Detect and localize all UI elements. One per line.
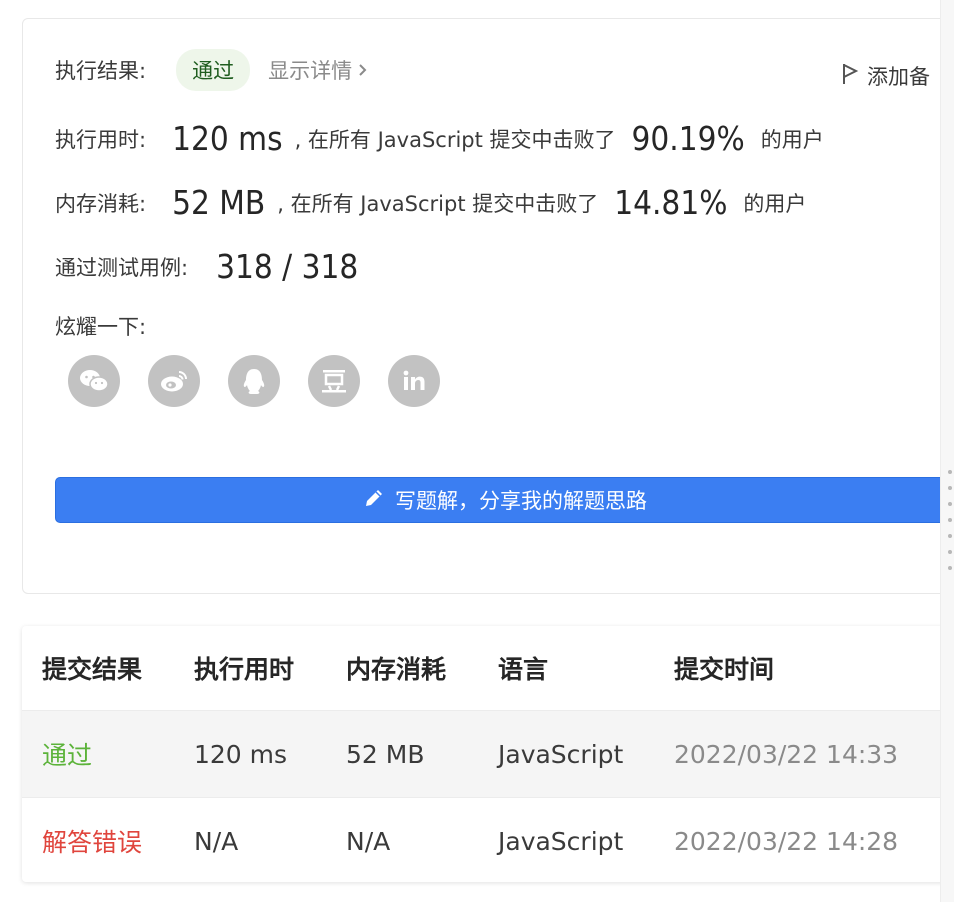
- share-row: 炫耀一下:: [55, 311, 146, 341]
- result-card: 执行结果: 通过 显示详情 添加备 执行用时: 120 ms , 在所有 Jav…: [22, 18, 954, 594]
- header-language: 语言: [498, 655, 549, 684]
- row-status[interactable]: 解答错误: [22, 823, 194, 859]
- row-language: JavaScript: [498, 739, 624, 769]
- row-memory: N/A: [346, 826, 391, 856]
- header-runtime: 执行用时: [194, 655, 295, 684]
- tests-label: 通过测试用例:: [55, 255, 189, 280]
- scrollbar[interactable]: [940, 0, 954, 902]
- chevron-right-icon: [358, 58, 368, 82]
- table-row[interactable]: 通过 120 ms 52 MB JavaScript 2022/03/22 14…: [22, 711, 954, 798]
- table-header: 提交结果 执行用时 内存消耗 语言 提交时间: [22, 626, 954, 711]
- tests-value: 318 / 318: [216, 247, 359, 286]
- add-note-label: 添加备: [867, 65, 930, 89]
- header-time: 提交时间: [674, 655, 775, 684]
- result-label: 执行结果:: [55, 59, 147, 83]
- table-row[interactable]: 解答错误 N/A N/A JavaScript 2022/03/22 14:28: [22, 798, 954, 884]
- row-time: 2022/03/22 14:28: [674, 826, 899, 856]
- weibo-icon[interactable]: [148, 355, 200, 407]
- row-language: JavaScript: [498, 826, 624, 856]
- row-runtime: N/A: [194, 826, 239, 856]
- memory-label: 内存消耗:: [55, 191, 147, 216]
- douban-icon[interactable]: [308, 355, 360, 407]
- resize-handle[interactable]: [948, 470, 952, 570]
- memory-text-after: 的用户: [743, 191, 807, 216]
- memory-row: 内存消耗: 52 MB , 在所有 JavaScript 提交中击败了 14.8…: [55, 183, 806, 222]
- details-link[interactable]: 显示详情: [268, 55, 368, 85]
- row-time: 2022/03/22 14:33: [674, 739, 899, 769]
- status-badge: 通过: [176, 49, 251, 91]
- runtime-text-before: , 在所有 JavaScript 提交中击败了: [294, 127, 616, 152]
- runtime-row: 执行用时: 120 ms , 在所有 JavaScript 提交中击败了 90.…: [55, 119, 824, 158]
- runtime-percent: 90.19%: [631, 119, 745, 158]
- share-label: 炫耀一下:: [55, 315, 147, 339]
- row-memory: 52 MB: [346, 739, 425, 769]
- flag-icon: [841, 62, 859, 91]
- qq-icon[interactable]: [228, 355, 280, 407]
- details-link-label: 显示详情: [268, 59, 353, 83]
- header-status: 提交结果: [42, 655, 143, 684]
- memory-text-before: , 在所有 JavaScript 提交中击败了: [277, 191, 599, 216]
- write-solution-button[interactable]: 写题解，分享我的解题思路: [55, 477, 954, 523]
- runtime-text-after: 的用户: [760, 127, 824, 152]
- row-status[interactable]: 通过: [22, 736, 194, 772]
- add-note-button[interactable]: 添加备: [841, 61, 930, 91]
- result-row: 执行结果: 通过 显示详情: [55, 49, 368, 91]
- runtime-label: 执行用时:: [55, 127, 147, 152]
- write-solution-label: 写题解，分享我的解题思路: [395, 489, 647, 513]
- linkedin-icon[interactable]: [388, 355, 440, 407]
- memory-value: 52 MB: [172, 183, 266, 222]
- tests-row: 通过测试用例: 318 / 318: [55, 247, 358, 286]
- wechat-icon[interactable]: [68, 355, 120, 407]
- row-runtime: 120 ms: [194, 739, 288, 769]
- runtime-value: 120 ms: [172, 119, 283, 158]
- pencil-icon: [363, 487, 385, 514]
- share-icons: [68, 355, 440, 407]
- submissions-table: 提交结果 执行用时 内存消耗 语言 提交时间 通过 120 ms 52 MB J…: [22, 626, 954, 882]
- header-memory: 内存消耗: [346, 655, 447, 684]
- memory-percent: 14.81%: [614, 183, 728, 222]
